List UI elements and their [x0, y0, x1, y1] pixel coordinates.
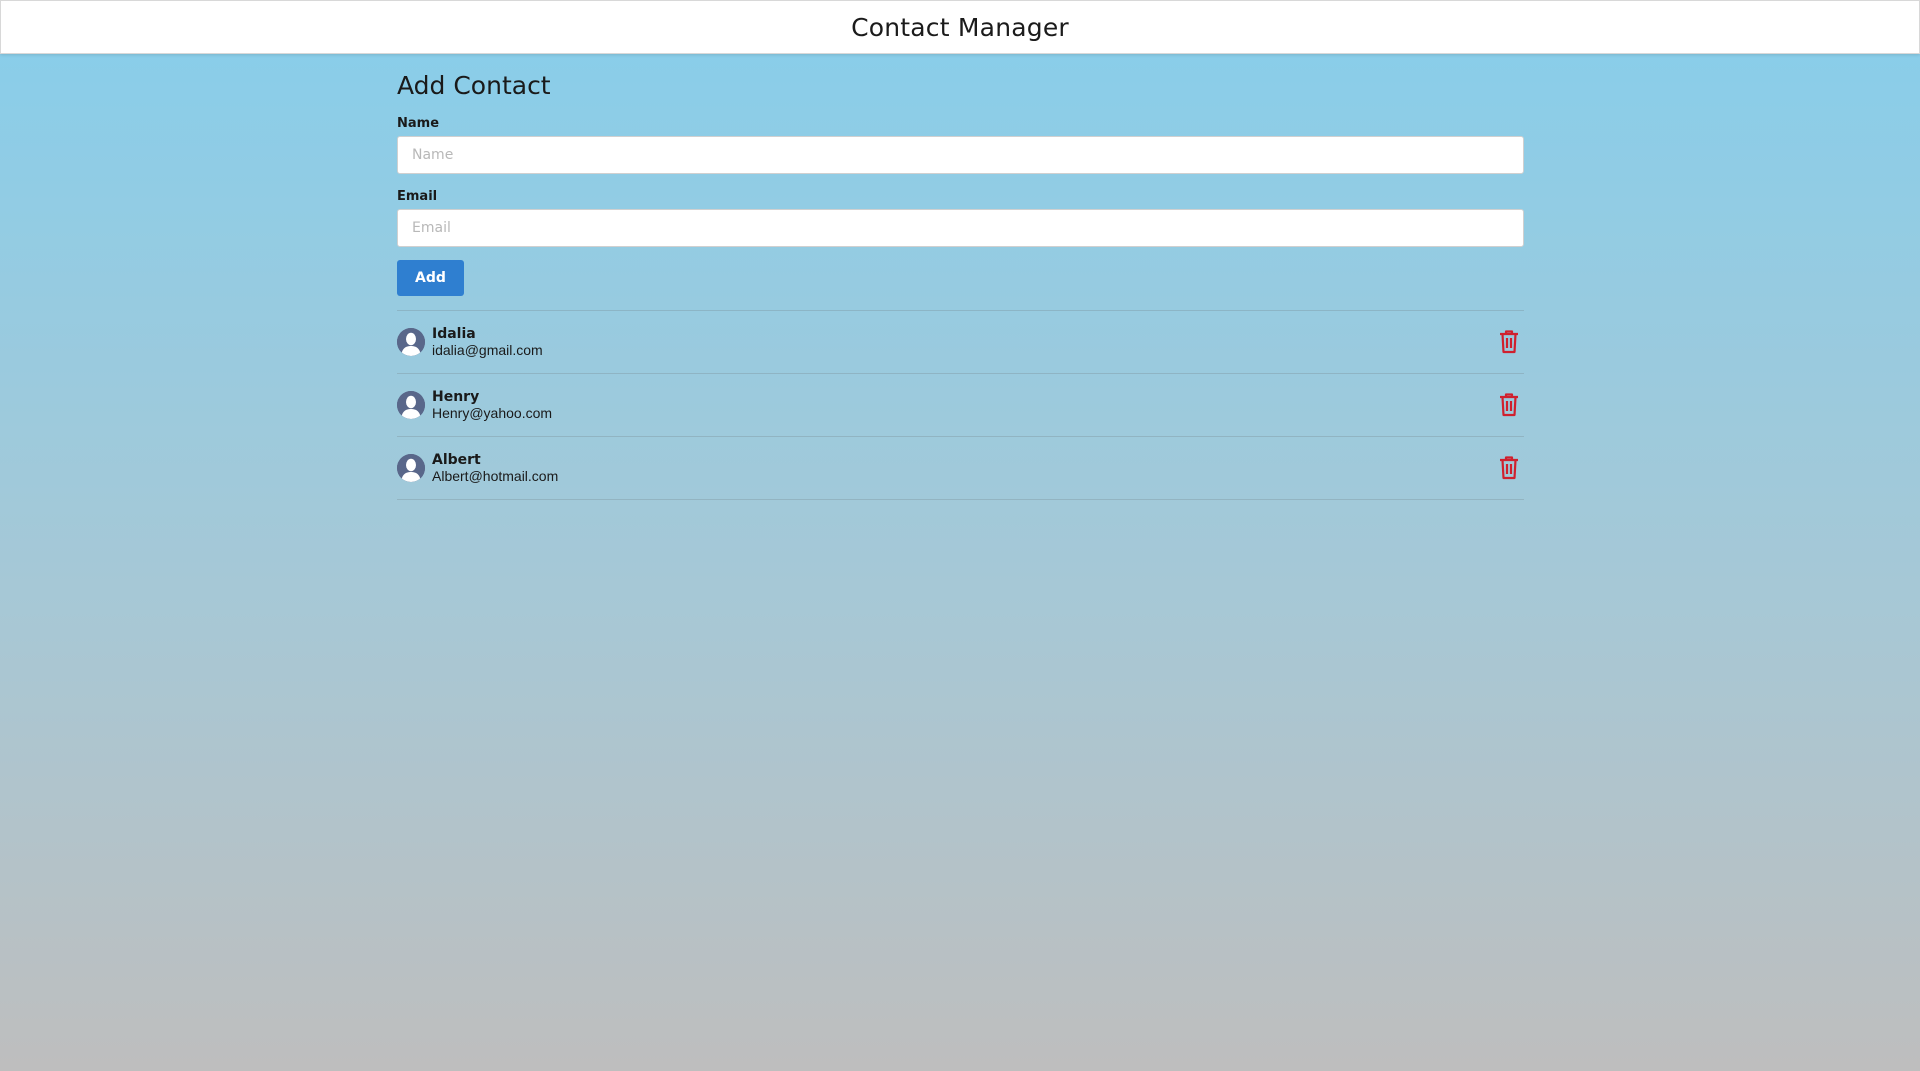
user-avatar-icon	[397, 391, 425, 419]
add-button[interactable]: Add	[397, 260, 464, 296]
contact-email: Albert@hotmail.com	[432, 468, 559, 484]
trash-icon[interactable]	[1498, 456, 1520, 480]
main-content: Add Contact Name Email Add Idalia idalia…	[397, 52, 1524, 500]
contact-email: Henry@yahoo.com	[432, 405, 553, 421]
add-contact-heading: Add Contact	[397, 71, 551, 100]
email-label: Email	[397, 189, 438, 204]
contact-email: idalia@gmail.com	[432, 342, 543, 358]
app-title: Contact Manager	[851, 12, 1069, 42]
name-input[interactable]	[397, 136, 1524, 174]
contact-name: Idalia	[432, 326, 476, 342]
user-avatar-icon	[397, 454, 425, 482]
name-label: Name	[397, 116, 440, 131]
contact-name: Albert	[432, 452, 481, 468]
user-avatar-icon	[397, 328, 425, 356]
contact-item: Albert Albert@hotmail.com	[397, 437, 1524, 500]
email-input[interactable]	[397, 209, 1524, 247]
trash-icon[interactable]	[1498, 330, 1520, 354]
contact-list: Idalia idalia@gmail.com Henry Henry@yaho…	[397, 311, 1524, 500]
trash-icon[interactable]	[1498, 393, 1520, 417]
contact-name: Henry	[432, 389, 480, 405]
app-header: Contact Manager	[0, 0, 1920, 54]
contact-item: Idalia idalia@gmail.com	[397, 311, 1524, 374]
contact-item: Henry Henry@yahoo.com	[397, 374, 1524, 437]
